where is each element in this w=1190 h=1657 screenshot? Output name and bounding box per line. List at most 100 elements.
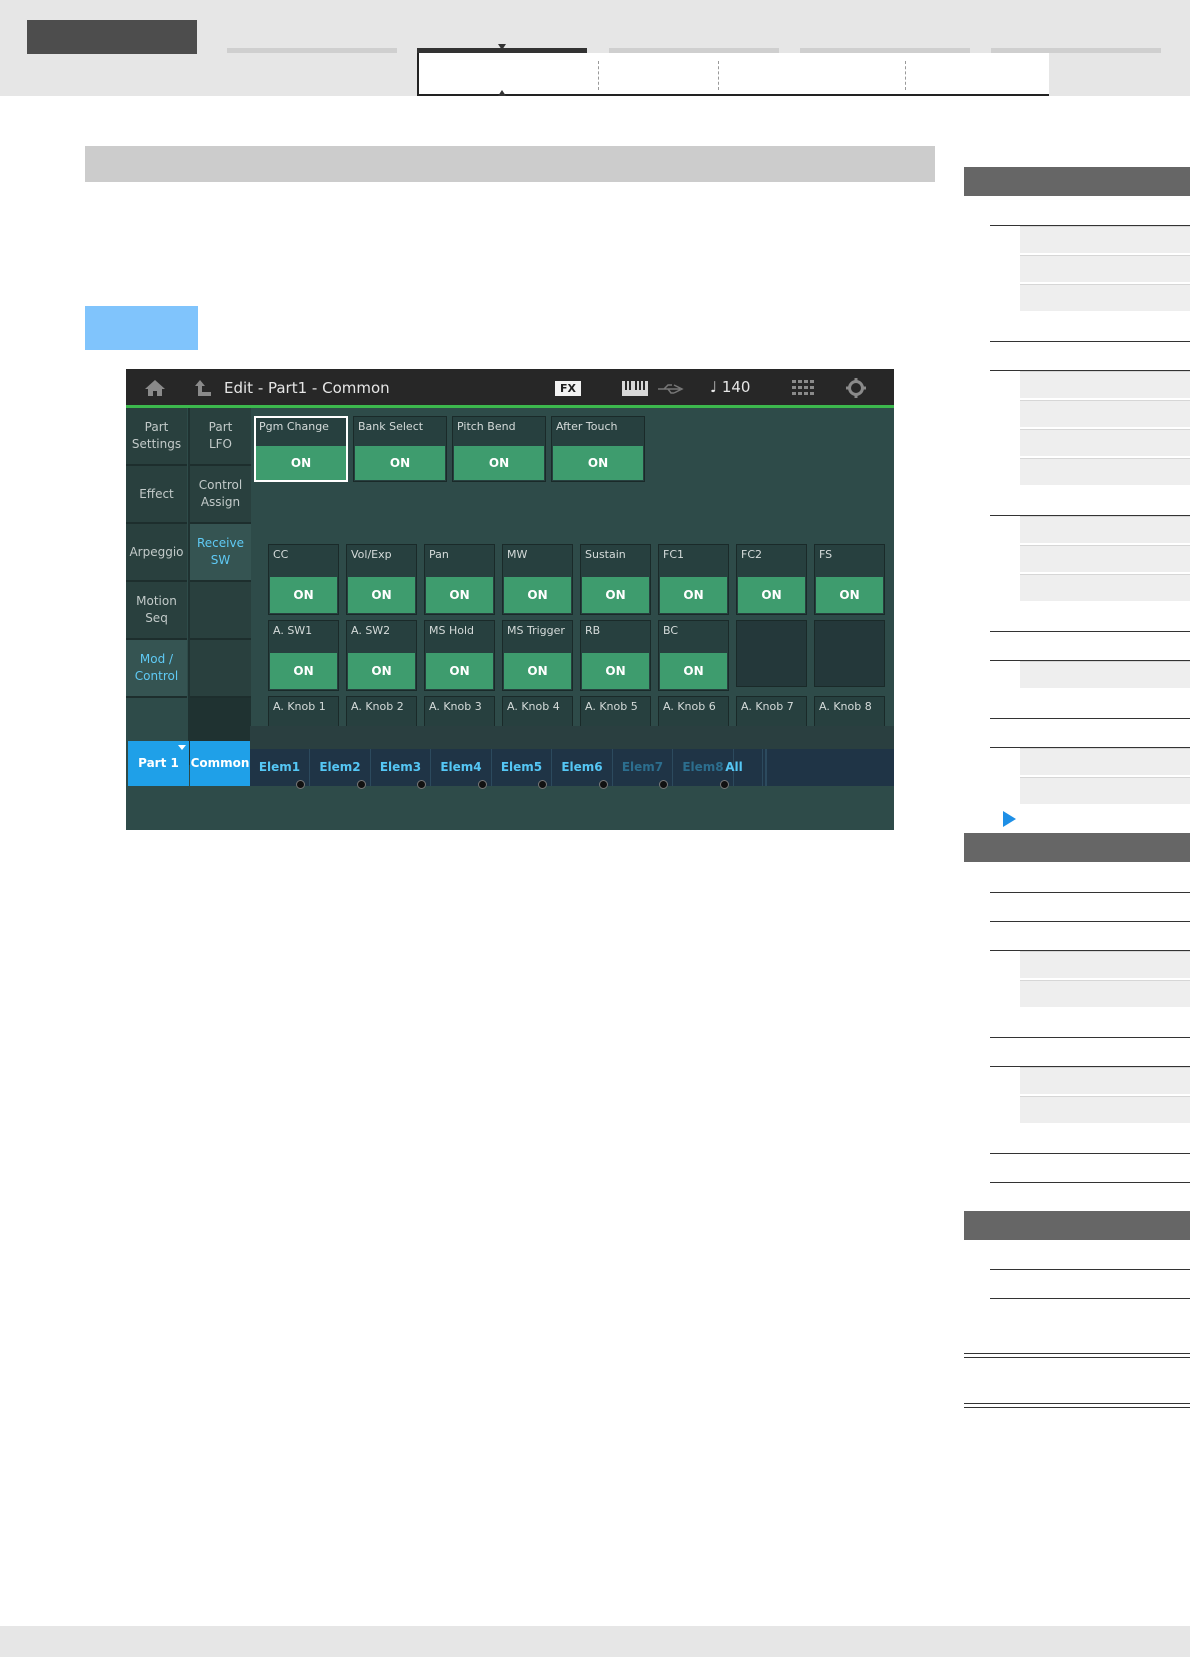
switch-toggle-button[interactable]: ON <box>426 653 493 689</box>
back-arrow-icon[interactable] <box>194 379 212 397</box>
nav-item[interactable]: Effect <box>126 466 187 524</box>
toc-entry <box>1020 429 1190 456</box>
switch-label: A. Knob 7 <box>741 700 794 713</box>
nav-item[interactable]: Motion Seq <box>126 582 187 640</box>
switch-tile[interactable]: Pitch Bend ON <box>452 416 546 482</box>
gear-icon[interactable] <box>846 378 866 398</box>
elem-all-tab[interactable]: All <box>706 749 763 786</box>
switch-toggle-button[interactable]: ON <box>454 446 544 480</box>
nav-item[interactable]: Mod / Control <box>126 640 187 698</box>
toc-entry <box>1020 545 1190 572</box>
toc-entry <box>1020 980 1190 1007</box>
switch-tile[interactable]: FC1 ON <box>658 544 729 615</box>
switch-tile[interactable]: Vol/Exp ON <box>346 544 417 615</box>
nav-item[interactable]: Part Settings <box>126 408 187 466</box>
switch-tile[interactable]: CC ON <box>268 544 339 615</box>
switch-toggle-button[interactable]: ON <box>256 446 346 480</box>
common-tab[interactable]: Common <box>190 741 250 786</box>
sub-tab-divider <box>598 61 599 90</box>
switch-tile[interactable]: A. SW2 ON <box>346 620 417 691</box>
switch-toggle-button[interactable]: ON <box>270 653 337 689</box>
footer-band <box>0 1626 1190 1657</box>
switch-tile[interactable]: FC2 ON <box>736 544 807 615</box>
synth-screen: Edit - Part1 - Common FX ♩ 140 Part Sett… <box>126 369 894 830</box>
switch-label: A. Knob 3 <box>429 700 482 713</box>
switch-tile[interactable]: After Touch ON <box>551 416 645 482</box>
switch-toggle-button[interactable]: ON <box>816 577 883 613</box>
switch-toggle-button[interactable]: ON <box>738 577 805 613</box>
switch-tile[interactable]: MW ON <box>502 544 573 615</box>
toc-entry <box>1020 1067 1190 1094</box>
element-status-dot-icon <box>538 780 547 789</box>
nav-item[interactable]: Arpeggio <box>126 524 187 582</box>
section-heading-bar <box>85 146 935 182</box>
switch-label: Vol/Exp <box>351 548 392 561</box>
switch-toggle-button[interactable]: ON <box>504 653 571 689</box>
toc-entry <box>1020 661 1190 688</box>
sub-tab-marker-icon <box>498 90 506 96</box>
switch-toggle-button[interactable]: ON <box>426 577 493 613</box>
nav-subitem[interactable]: Part LFO <box>190 408 251 466</box>
switch-toggle-button[interactable]: ON <box>270 577 337 613</box>
tab-line-1 <box>227 48 397 53</box>
element-status-dot-icon <box>598 780 608 789</box>
switch-label: A. Knob 2 <box>351 700 404 713</box>
switch-label: A. Knob 8 <box>819 700 872 713</box>
chapter-block <box>27 20 197 54</box>
switch-label: Pgm Change <box>259 420 329 433</box>
switch-tile[interactable]: BC ON <box>658 620 729 691</box>
switch-tile[interactable]: Bank Select ON <box>353 416 447 482</box>
switch-toggle-button[interactable]: ON <box>553 446 643 480</box>
element-status-dot-icon <box>356 780 366 789</box>
switch-label: A. Knob 4 <box>507 700 560 713</box>
tempo-display[interactable]: ♩ 140 <box>710 378 750 396</box>
switch-tile[interactable]: MS Trigger ON <box>502 620 573 691</box>
element-status-dot-icon <box>296 780 305 789</box>
switch-toggle-button[interactable]: ON <box>660 653 727 689</box>
switch-label: FS <box>819 548 833 561</box>
switch-label: FC1 <box>663 548 685 561</box>
nav-subitem[interactable]: Receive SW <box>190 524 251 582</box>
home-icon[interactable] <box>144 379 166 397</box>
switch-tile[interactable]: Pgm Change ON <box>254 416 348 482</box>
screen-title: Edit - Part1 - Common <box>224 379 390 397</box>
toc-entry <box>1020 458 1190 485</box>
switch-toggle-button[interactable]: ON <box>582 577 649 613</box>
toc-section-header <box>964 1211 1190 1240</box>
toc-entry <box>1020 748 1190 775</box>
element-status-dot-icon <box>477 780 487 789</box>
switch-label: A. SW2 <box>351 624 391 637</box>
switch-toggle-button[interactable]: ON <box>348 653 415 689</box>
switch-toggle-button[interactable]: ON <box>660 577 727 613</box>
tab-marker-icon <box>498 44 506 50</box>
switch-toggle-button[interactable]: ON <box>582 653 649 689</box>
nav-subitem[interactable]: Control Assign <box>190 466 251 524</box>
grid-icon[interactable] <box>792 380 814 396</box>
usb-icon <box>658 384 684 394</box>
switch-label: A. Knob 1 <box>273 700 326 713</box>
toc-divider <box>990 341 1190 342</box>
switch-tile[interactable]: MS Hold ON <box>424 620 495 691</box>
switch-label: Bank Select <box>358 420 424 433</box>
switch-tile[interactable]: FS ON <box>814 544 885 615</box>
toc-entry <box>1020 255 1190 282</box>
sub-tab-bar <box>417 53 1049 96</box>
part-select-button[interactable]: Part 1 <box>128 741 189 786</box>
toc-entry <box>1020 951 1190 978</box>
fx-badge[interactable]: FX <box>555 381 581 396</box>
part-label: Part 1 <box>138 756 179 770</box>
switch-label: Pan <box>429 548 449 561</box>
switch-toggle-button[interactable]: ON <box>348 577 415 613</box>
toc-divider <box>990 718 1190 719</box>
switch-tile[interactable]: A. SW1 ON <box>268 620 339 691</box>
switch-tile[interactable]: Sustain ON <box>580 544 651 615</box>
toc-divider <box>990 892 1190 893</box>
switch-tile[interactable]: Pan ON <box>424 544 495 615</box>
switch-toggle-button[interactable]: ON <box>504 577 571 613</box>
toc-entry <box>1020 1096 1190 1123</box>
toc-divider <box>990 1182 1190 1183</box>
switch-tile[interactable]: RB ON <box>580 620 651 691</box>
nav-subitem[interactable] <box>190 640 251 698</box>
nav-subitem[interactable] <box>190 582 251 640</box>
switch-toggle-button[interactable]: ON <box>355 446 445 480</box>
